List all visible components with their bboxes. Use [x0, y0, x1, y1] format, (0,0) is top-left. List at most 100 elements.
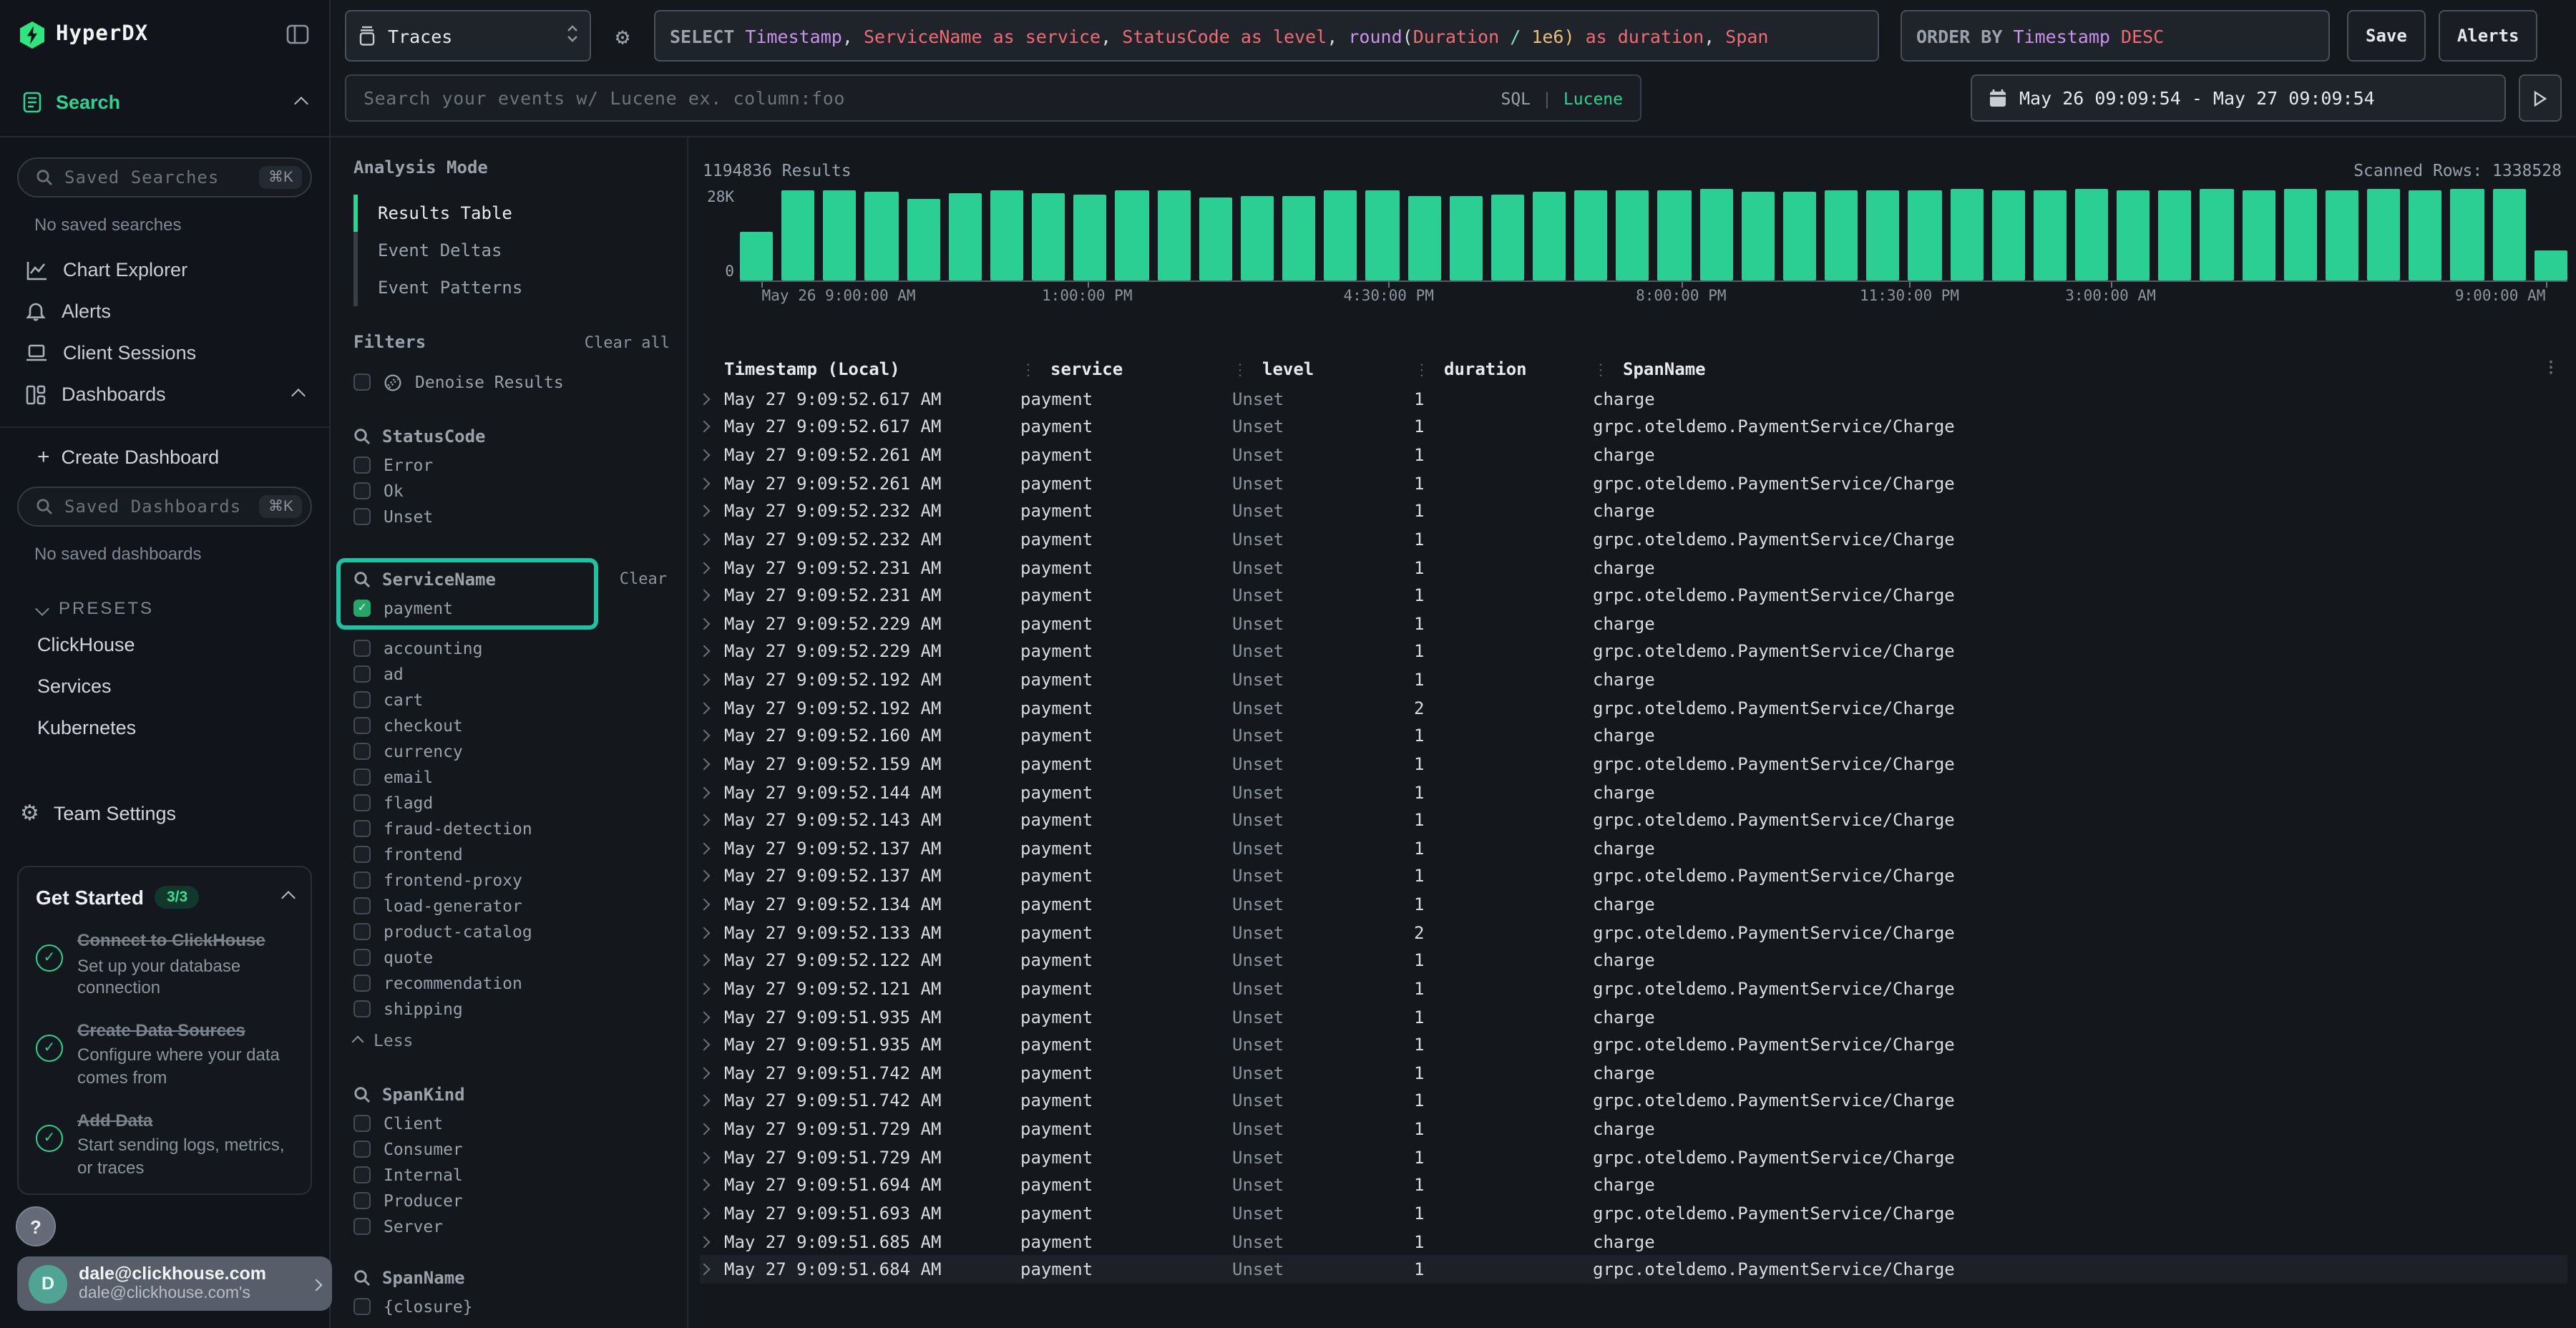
lang-sql[interactable]: SQL: [1501, 88, 1531, 108]
expand-row-icon[interactable]: [700, 507, 724, 516]
table-row[interactable]: May 27 9:09:52.229 AMpaymentUnset1charge: [700, 610, 2567, 638]
column-header-duration[interactable]: ⋮duration: [1414, 359, 1593, 379]
histogram-bar[interactable]: [1116, 191, 1148, 280]
table-row[interactable]: May 27 9:09:51.685 AMpaymentUnset1charge: [700, 1228, 2567, 1256]
expand-row-icon[interactable]: [700, 675, 724, 684]
filter-option-server[interactable]: Server: [353, 1218, 670, 1234]
sidebar-item-alerts[interactable]: Alerts: [17, 290, 312, 332]
filter-option-internal[interactable]: Internal: [353, 1166, 670, 1182]
filter-option-unset[interactable]: Unset: [353, 508, 670, 524]
histogram-bar[interactable]: [740, 231, 773, 280]
expand-row-icon[interactable]: [700, 591, 724, 600]
expand-row-icon[interactable]: [700, 1237, 724, 1246]
filter-option-recommendation[interactable]: recommendation: [353, 975, 670, 990]
histogram-bar[interactable]: [1157, 190, 1190, 280]
histogram-bar[interactable]: [2534, 250, 2567, 280]
filter-group-header-spankind[interactable]: SpanKind: [353, 1085, 670, 1105]
expand-row-icon[interactable]: [700, 479, 724, 487]
checkbox[interactable]: [353, 1114, 371, 1131]
checkbox[interactable]: ✓: [353, 599, 371, 616]
filter-option-product-catalog[interactable]: product-catalog: [353, 923, 670, 939]
histogram-bar[interactable]: [1032, 193, 1065, 280]
table-row[interactable]: May 27 9:09:52.261 AMpaymentUnset1grpc.o…: [700, 469, 2567, 497]
table-row[interactable]: May 27 9:09:52.134 AMpaymentUnset1charge: [700, 891, 2567, 919]
histogram-bar[interactable]: [2200, 190, 2233, 280]
source-select[interactable]: Traces: [345, 10, 591, 62]
filter-option-ad[interactable]: ad: [353, 665, 670, 681]
checkbox[interactable]: [353, 456, 371, 473]
table-row[interactable]: May 27 9:09:51.935 AMpaymentUnset1charge: [700, 1003, 2567, 1031]
checkbox[interactable]: [353, 639, 371, 656]
table-row[interactable]: May 27 9:09:51.935 AMpaymentUnset1grpc.o…: [700, 1031, 2567, 1059]
histogram-bar[interactable]: [2284, 190, 2317, 280]
filter-option-client[interactable]: Client: [353, 1115, 670, 1131]
checkbox[interactable]: [353, 1297, 371, 1314]
table-row[interactable]: May 27 9:09:52.122 AMpaymentUnset1charge: [700, 947, 2567, 975]
expand-row-icon[interactable]: [700, 985, 724, 993]
table-row[interactable]: May 27 9:09:52.232 AMpaymentUnset1grpc.o…: [700, 525, 2567, 553]
saved-searches-input[interactable]: Saved Searches ⌘K: [17, 157, 312, 197]
table-row[interactable]: May 27 9:09:52.229 AMpaymentUnset1grpc.o…: [700, 638, 2567, 665]
checkbox[interactable]: [353, 690, 371, 708]
table-row[interactable]: May 27 9:09:52.261 AMpaymentUnset1charge: [700, 441, 2567, 469]
table-row[interactable]: May 27 9:09:52.232 AMpaymentUnset1charge: [700, 497, 2567, 525]
event-search-input[interactable]: Search your events w/ Lucene ex. column:…: [345, 74, 1641, 122]
table-row[interactable]: May 27 9:09:51.693 AMpaymentUnset1grpc.o…: [700, 1199, 2567, 1227]
checkbox[interactable]: [353, 665, 371, 682]
column-header-spanname[interactable]: ⋮SpanName: [1593, 359, 2567, 379]
histogram-bar[interactable]: [2492, 189, 2525, 281]
histogram-bar[interactable]: [1366, 190, 1399, 280]
column-header-timestamp-local-[interactable]: Timestamp (Local): [724, 359, 1020, 379]
filter-option-frontend[interactable]: frontend: [353, 846, 670, 861]
expand-row-icon[interactable]: [700, 1040, 724, 1049]
get-started-item[interactable]: ✓Create Data SourcesConfigure where your…: [36, 1020, 293, 1090]
histogram-bar[interactable]: [1449, 195, 1482, 280]
sidebar-item-team-settings[interactable]: ⚙ Team Settings: [17, 791, 312, 834]
chevron-up-icon[interactable]: [293, 384, 303, 405]
alerts-button[interactable]: Alerts: [2439, 10, 2538, 62]
run-query-button[interactable]: [2519, 74, 2562, 122]
filter-option-flagd[interactable]: flagd: [353, 794, 670, 810]
checkbox[interactable]: [353, 794, 371, 811]
clear-all-button[interactable]: Clear all: [585, 333, 670, 351]
save-button[interactable]: Save: [2347, 10, 2426, 62]
table-row[interactable]: May 27 9:09:52.160 AMpaymentUnset1charge: [700, 722, 2567, 750]
histogram-bar[interactable]: [1950, 190, 1983, 280]
sql-select-editor[interactable]: SELECT Timestamp, ServiceName as service…: [654, 10, 1879, 62]
analysis-mode-results-table[interactable]: Results Table: [353, 195, 670, 232]
expand-row-icon[interactable]: [700, 1125, 724, 1133]
column-header-service[interactable]: ⋮service: [1020, 359, 1232, 379]
histogram-bar[interactable]: [1407, 195, 1440, 280]
table-row[interactable]: May 27 9:09:51.694 AMpaymentUnset1charge: [700, 1171, 2567, 1199]
histogram-bar[interactable]: [2242, 191, 2275, 280]
filter-option-payment[interactable]: ✓payment: [353, 600, 582, 615]
checkbox[interactable]: [353, 845, 371, 862]
table-row[interactable]: May 27 9:09:51.729 AMpaymentUnset1charge: [700, 1115, 2567, 1143]
table-row[interactable]: May 27 9:09:51.729 AMpaymentUnset1grpc.o…: [700, 1143, 2567, 1171]
table-row[interactable]: May 27 9:09:52.133 AMpaymentUnset2grpc.o…: [700, 919, 2567, 947]
histogram-bar[interactable]: [2326, 190, 2358, 280]
table-row[interactable]: May 27 9:09:52.143 AMpaymentUnset1grpc.o…: [700, 806, 2567, 834]
expand-row-icon[interactable]: [700, 423, 724, 431]
expand-row-icon[interactable]: [700, 648, 724, 656]
column-header-level[interactable]: ⋮level: [1232, 359, 1414, 379]
filter-option-quote[interactable]: quote: [353, 949, 670, 965]
expand-row-icon[interactable]: [700, 1181, 724, 1190]
expand-row-icon[interactable]: [700, 535, 724, 544]
table-row[interactable]: May 27 9:09:52.192 AMpaymentUnset2grpc.o…: [700, 694, 2567, 722]
sidebar-item-chart-explorer[interactable]: Chart Explorer: [17, 249, 312, 290]
clear-filter-button[interactable]: Clear: [620, 570, 667, 588]
histogram-bar[interactable]: [1742, 191, 1775, 280]
lang-lucene[interactable]: Lucene: [1563, 88, 1623, 108]
histogram-bar[interactable]: [2451, 190, 2484, 280]
histogram-bar[interactable]: [1908, 190, 1941, 280]
checkbox[interactable]: [353, 1217, 371, 1234]
histogram-bar[interactable]: [781, 190, 814, 280]
histogram-bar[interactable]: [1074, 195, 1107, 280]
histogram-bar[interactable]: [2034, 190, 2067, 280]
chevron-up-icon[interactable]: [283, 884, 293, 910]
get-started-header[interactable]: Get Started 3/3: [36, 884, 293, 910]
sql-orderby-editor[interactable]: ORDER BY Timestamp DESC: [1901, 10, 2330, 62]
expand-row-icon[interactable]: [700, 620, 724, 628]
table-row[interactable]: May 27 9:09:51.684 AMpaymentUnset1grpc.o…: [700, 1256, 2567, 1284]
